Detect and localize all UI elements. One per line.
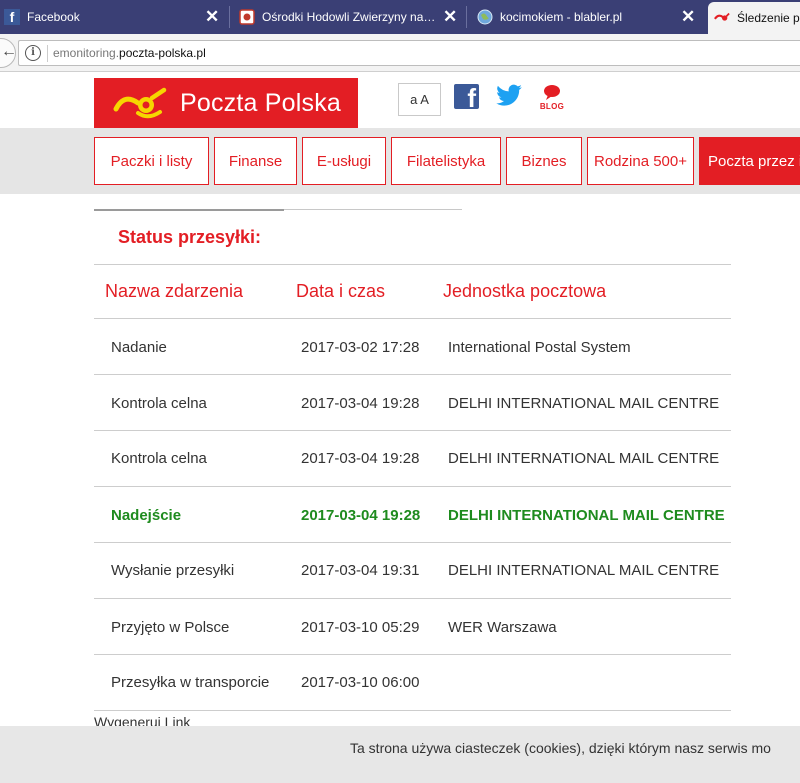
url-field[interactable]: i emonitoring.poczta-polska.pl xyxy=(18,40,800,66)
event-office: WER Warszawa xyxy=(448,619,557,636)
table-divider xyxy=(94,374,731,375)
close-icon[interactable]: ✕ xyxy=(681,8,695,25)
cookie-banner: Ta strona używa ciasteczek (cookies), dz… xyxy=(0,726,800,783)
facebook-icon: f xyxy=(4,9,20,25)
tab-title: kocimokiem - blabler.pl xyxy=(500,10,623,24)
tab-kocimokiem[interactable]: kocimokiem - blabler.pl ✕ xyxy=(477,0,705,34)
event-name: Kontrola celna xyxy=(111,450,207,467)
event-office: DELHI INTERNATIONAL MAIL CENTRE xyxy=(448,395,720,412)
column-header-office: Jednostka pocztowa xyxy=(443,281,607,301)
main-nav: Paczki i listy Finanse E-usługi Filateli… xyxy=(0,128,800,194)
info-icon[interactable]: i xyxy=(25,45,41,61)
tab-sledzenie[interactable]: Śledzenie pr xyxy=(708,2,800,34)
facebook-icon[interactable]: f xyxy=(454,84,479,109)
table-divider xyxy=(94,542,731,543)
event-name: Przyjęto w Polsce xyxy=(111,619,230,636)
table-divider xyxy=(94,264,731,265)
nav-paczki-i-listy[interactable]: Paczki i listy xyxy=(94,137,209,185)
event-name: Nadanie xyxy=(111,339,167,356)
event-name: Nadejście xyxy=(111,507,182,524)
table-divider xyxy=(94,318,731,319)
poczta-polska-logo[interactable]: Poczta Polska xyxy=(94,78,358,129)
event-datetime: 2017-03-04 19:28 xyxy=(301,395,420,412)
event-name: Wysłanie przesyłki xyxy=(111,562,235,579)
event-datetime: 2017-03-10 06:00 xyxy=(301,674,420,691)
font-size-button[interactable]: a A xyxy=(398,83,441,116)
event-office: DELHI INTERNATIONAL MAIL CENTRE xyxy=(448,507,725,524)
tab-title: Facebook xyxy=(27,10,80,24)
column-header-event: Nazwa zdarzenia xyxy=(105,281,244,301)
table-divider xyxy=(94,710,731,711)
nav-finanse[interactable]: Finanse xyxy=(214,137,297,185)
event-name: Przesyłka w transporcie xyxy=(111,674,270,691)
table-divider xyxy=(94,486,731,487)
nav-poczta-przez-internet[interactable]: Poczta przez i xyxy=(699,137,800,185)
logo-text: Poczta Polska xyxy=(180,89,342,117)
tab-title: Śledzenie pr xyxy=(737,11,800,25)
tab-facebook[interactable]: f Facebook ✕ xyxy=(0,0,230,34)
event-datetime: 2017-03-02 17:28 xyxy=(301,339,420,356)
tab-title: Ośrodki Hodowli Zwierzyny na… xyxy=(262,10,436,24)
event-datetime: 2017-03-04 19:28 xyxy=(301,450,420,467)
event-office: DELHI INTERNATIONAL MAIL CENTRE xyxy=(448,450,720,467)
nav-biznes[interactable]: Biznes xyxy=(506,137,582,185)
table-divider xyxy=(94,654,731,655)
page-icon xyxy=(239,9,255,25)
blog-label: BLOG xyxy=(539,102,565,111)
column-header-datetime: Data i czas xyxy=(296,281,386,301)
event-office: DELHI INTERNATIONAL MAIL CENTRE xyxy=(448,562,720,579)
status-title: Status przesyłki: xyxy=(118,227,262,247)
close-icon[interactable]: ✕ xyxy=(205,8,219,25)
event-name: Kontrola celna xyxy=(111,395,207,412)
event-office: International Postal System xyxy=(448,339,631,356)
nav-filatelistyka[interactable]: Filatelistyka xyxy=(391,137,501,185)
url-text[interactable]: emonitoring.poczta-polska.pl xyxy=(53,46,206,60)
event-datetime: 2017-03-04 19:31 xyxy=(301,562,420,579)
address-bar-area: ← i emonitoring.poczta-polska.pl xyxy=(0,34,800,72)
speech-bubble-icon xyxy=(544,85,560,100)
close-icon[interactable]: ✕ xyxy=(443,8,457,25)
nav-rodzina-500[interactable]: Rodzina 500+ xyxy=(587,137,694,185)
event-datetime: 2017-03-10 05:29 xyxy=(301,619,420,636)
table-divider xyxy=(94,598,731,599)
page-content: Poczta Polska a A f BLOG Paczki i listy … xyxy=(0,72,800,783)
table-divider xyxy=(94,430,731,431)
event-datetime: 2017-03-04 19:28 xyxy=(301,507,421,524)
tab-bar: f Facebook ✕ Ośrodki Hodowli Zwierzyny n… xyxy=(0,0,800,34)
twitter-icon[interactable] xyxy=(495,84,523,113)
divider xyxy=(94,209,284,211)
posthorn-logo-icon xyxy=(113,87,167,118)
blog-link[interactable]: BLOG xyxy=(538,84,566,112)
poczta-logo-icon xyxy=(714,10,730,26)
nav-e-uslugi[interactable]: E-usługi xyxy=(302,137,386,185)
back-arrow-icon: ← xyxy=(1,43,17,60)
browser-window: f Facebook ✕ Ośrodki Hodowli Zwierzyny n… xyxy=(0,0,800,783)
url-divider xyxy=(47,45,48,62)
globe-icon xyxy=(477,9,493,25)
tab-separator xyxy=(466,6,467,28)
tab-separator xyxy=(229,6,230,28)
back-button[interactable]: ← xyxy=(0,38,17,68)
tab-osrodki[interactable]: Ośrodki Hodowli Zwierzyny na… ✕ xyxy=(239,0,467,34)
cookie-text: Ta strona używa ciasteczek (cookies), dz… xyxy=(350,740,771,756)
